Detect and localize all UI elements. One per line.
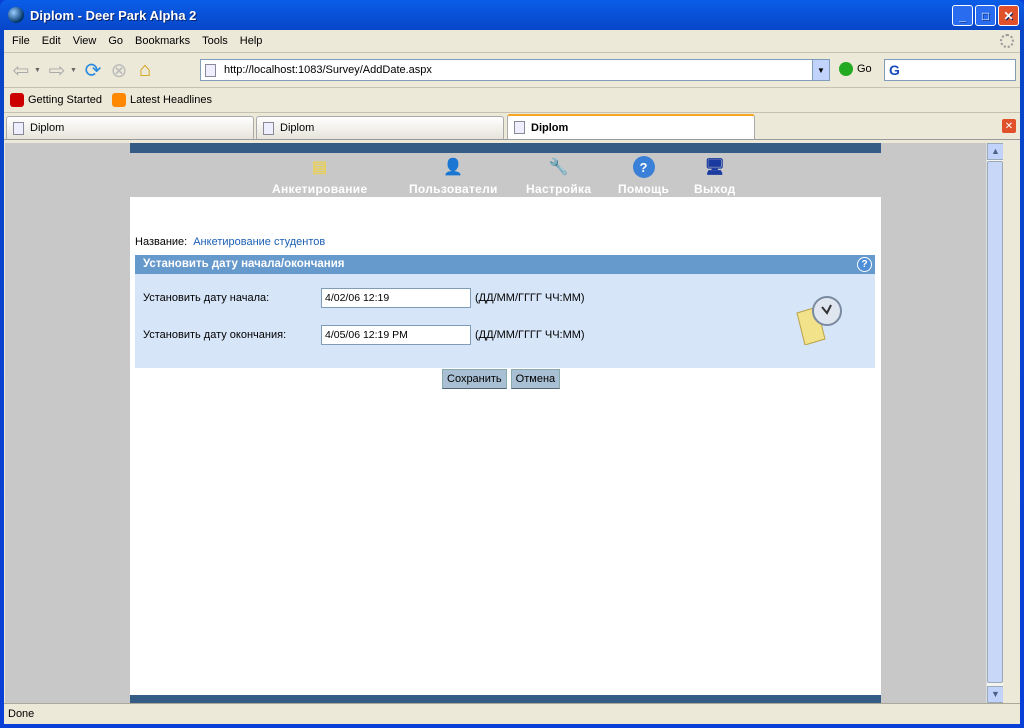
date-panel: Установить дату начала/окончания? Устано…: [135, 255, 875, 368]
menu-file[interactable]: File: [8, 35, 38, 47]
format-hint: (ДД/ММ/ГГГГ ЧЧ:ММ): [475, 329, 585, 341]
menu-edit[interactable]: Edit: [38, 35, 69, 47]
survey-name-link[interactable]: Анкетирование студентов: [193, 236, 325, 248]
scroll-thumb[interactable]: [987, 161, 1003, 683]
start-date-label: Установить дату начала:: [143, 292, 270, 304]
go-button[interactable]: Go: [839, 62, 872, 76]
nav-surveys[interactable]: ▤ Анкетирование: [272, 156, 367, 196]
tab-1[interactable]: Diplom: [6, 116, 254, 139]
start-date-row: Установить дату начала: (ДД/ММ/ГГГГ ЧЧ:М…: [143, 288, 585, 308]
maximize-button[interactable]: □: [975, 5, 996, 26]
browser-logo-icon: [8, 7, 24, 23]
back-dropdown[interactable]: ▼: [34, 67, 44, 74]
help-icon[interactable]: ?: [857, 257, 872, 272]
site-nav: ▤ Анкетирование 👤 Пользователи 🔧 Настройка …: [130, 153, 881, 197]
web-page: ▤ Анкетирование 👤 Пользователи 🔧 Настройка …: [130, 143, 881, 703]
search-input[interactable]: G: [884, 59, 1016, 81]
name-label: Название:: [135, 236, 188, 248]
search-engine-icon: G: [889, 62, 900, 78]
go-icon: [839, 62, 853, 76]
format-hint: (ДД/ММ/ГГГГ ЧЧ:ММ): [475, 292, 585, 304]
url-dropdown-button[interactable]: ▼: [812, 60, 829, 80]
close-tab-button[interactable]: ✕: [1002, 119, 1016, 133]
save-button[interactable]: Сохранить: [442, 369, 507, 389]
wrench-icon: 🔧: [548, 159, 569, 176]
url-text: http://localhost:1083/Survey/AddDate.asp…: [224, 64, 432, 76]
help-icon: ?: [632, 156, 655, 178]
menu-bookmarks[interactable]: Bookmarks: [131, 35, 198, 47]
forward-dropdown[interactable]: ▼: [70, 67, 80, 74]
close-button[interactable]: ✕: [998, 5, 1019, 26]
title-bar: Diplom - Deer Park Alpha 2 _ □ ✕: [0, 0, 1024, 30]
start-date-input[interactable]: [321, 288, 471, 308]
header-bar: [130, 143, 881, 153]
page-icon: [263, 121, 274, 135]
bookmarks-toolbar: Getting Started Latest Headlines: [4, 88, 1020, 113]
panel-header: Установить дату начала/окончания?: [135, 255, 875, 274]
end-date-row: Установить дату окончания: (ДД/ММ/ГГГГ Ч…: [143, 325, 585, 345]
status-text: Done: [8, 708, 35, 720]
rss-icon: [112, 93, 126, 107]
panel-title: Установить дату начала/окончания: [143, 258, 345, 270]
bookmark-label: Getting Started: [28, 94, 102, 106]
back-button[interactable]: ⇦: [8, 57, 34, 83]
bookmark-latest-headlines[interactable]: Latest Headlines: [112, 93, 212, 107]
tab-bar: Diplom Diplom Diplom ✕: [4, 113, 1020, 140]
tab-3-active[interactable]: Diplom: [507, 114, 755, 139]
cancel-button[interactable]: Отмена: [510, 369, 561, 389]
scroll-down-button[interactable]: ▼: [987, 686, 1003, 703]
nav-label: Настройка: [526, 182, 592, 196]
menu-bar: File Edit View Go Bookmarks Tools Help: [4, 30, 1020, 53]
stop-button[interactable]: ⊗: [106, 57, 132, 83]
nav-logout[interactable]: 🖥 Выход: [694, 156, 736, 196]
browser-window: Diplom - Deer Park Alpha 2 _ □ ✕ File Ed…: [0, 0, 1024, 728]
menu-tools[interactable]: Tools: [198, 35, 236, 47]
nav-settings[interactable]: 🔧 Настройка: [526, 156, 591, 196]
survey-icon: ▤: [312, 159, 328, 176]
bookmark-getting-started[interactable]: Getting Started: [10, 93, 102, 107]
go-label: Go: [857, 63, 872, 75]
page-icon: [514, 121, 525, 134]
nav-label: Помощь: [618, 182, 670, 196]
nav-label: Анкетирование: [272, 182, 368, 196]
scroll-up-button[interactable]: ▲: [987, 143, 1003, 160]
menu-view[interactable]: View: [69, 35, 105, 47]
getting-started-icon: [10, 93, 24, 107]
clock-notes-icon: [796, 296, 842, 345]
menu-help[interactable]: Help: [236, 35, 271, 47]
survey-name-row: Название: Анкетирование студентов: [135, 236, 325, 248]
logout-monitor-icon: 🖥: [704, 159, 726, 176]
forward-button[interactable]: ⇨: [44, 57, 70, 83]
throbber-icon: [1000, 34, 1014, 48]
end-date-label: Установить дату окончания:: [143, 329, 287, 341]
tab-label: Diplom: [280, 122, 315, 134]
page-viewport: ▤ Анкетирование 👤 Пользователи 🔧 Настройка …: [5, 143, 1003, 703]
nav-users[interactable]: 👤 Пользователи: [409, 156, 498, 196]
bookmark-label: Latest Headlines: [130, 94, 212, 106]
url-bar[interactable]: http://localhost:1083/Survey/AddDate.asp…: [200, 59, 830, 81]
footer-bar: [130, 695, 881, 703]
home-button[interactable]: ⌂: [132, 57, 158, 83]
end-date-input[interactable]: [321, 325, 471, 345]
window-title: Diplom - Deer Park Alpha 2: [30, 7, 197, 23]
nav-label: Выход: [694, 182, 736, 196]
user-icon: 👤: [443, 159, 464, 176]
reload-button[interactable]: ⟳: [80, 57, 106, 83]
navigation-toolbar: ⇦ ▼ ⇨ ▼ ⟳ ⊗ ⌂ http://localhost:1083/Survey…: [4, 53, 1020, 88]
minimize-button[interactable]: _: [952, 5, 973, 26]
menu-go[interactable]: Go: [104, 35, 131, 47]
tab-label: Diplom: [30, 122, 65, 134]
page-icon: [13, 121, 24, 135]
nav-help[interactable]: ? Помощь: [618, 156, 669, 196]
nav-label: Пользователи: [409, 182, 498, 196]
vertical-scrollbar[interactable]: ▲ ▼: [986, 143, 1003, 703]
tab-2[interactable]: Diplom: [256, 116, 504, 139]
page-icon: [205, 63, 216, 77]
status-bar: Done: [4, 703, 1020, 724]
tab-label: Diplom: [531, 121, 569, 134]
